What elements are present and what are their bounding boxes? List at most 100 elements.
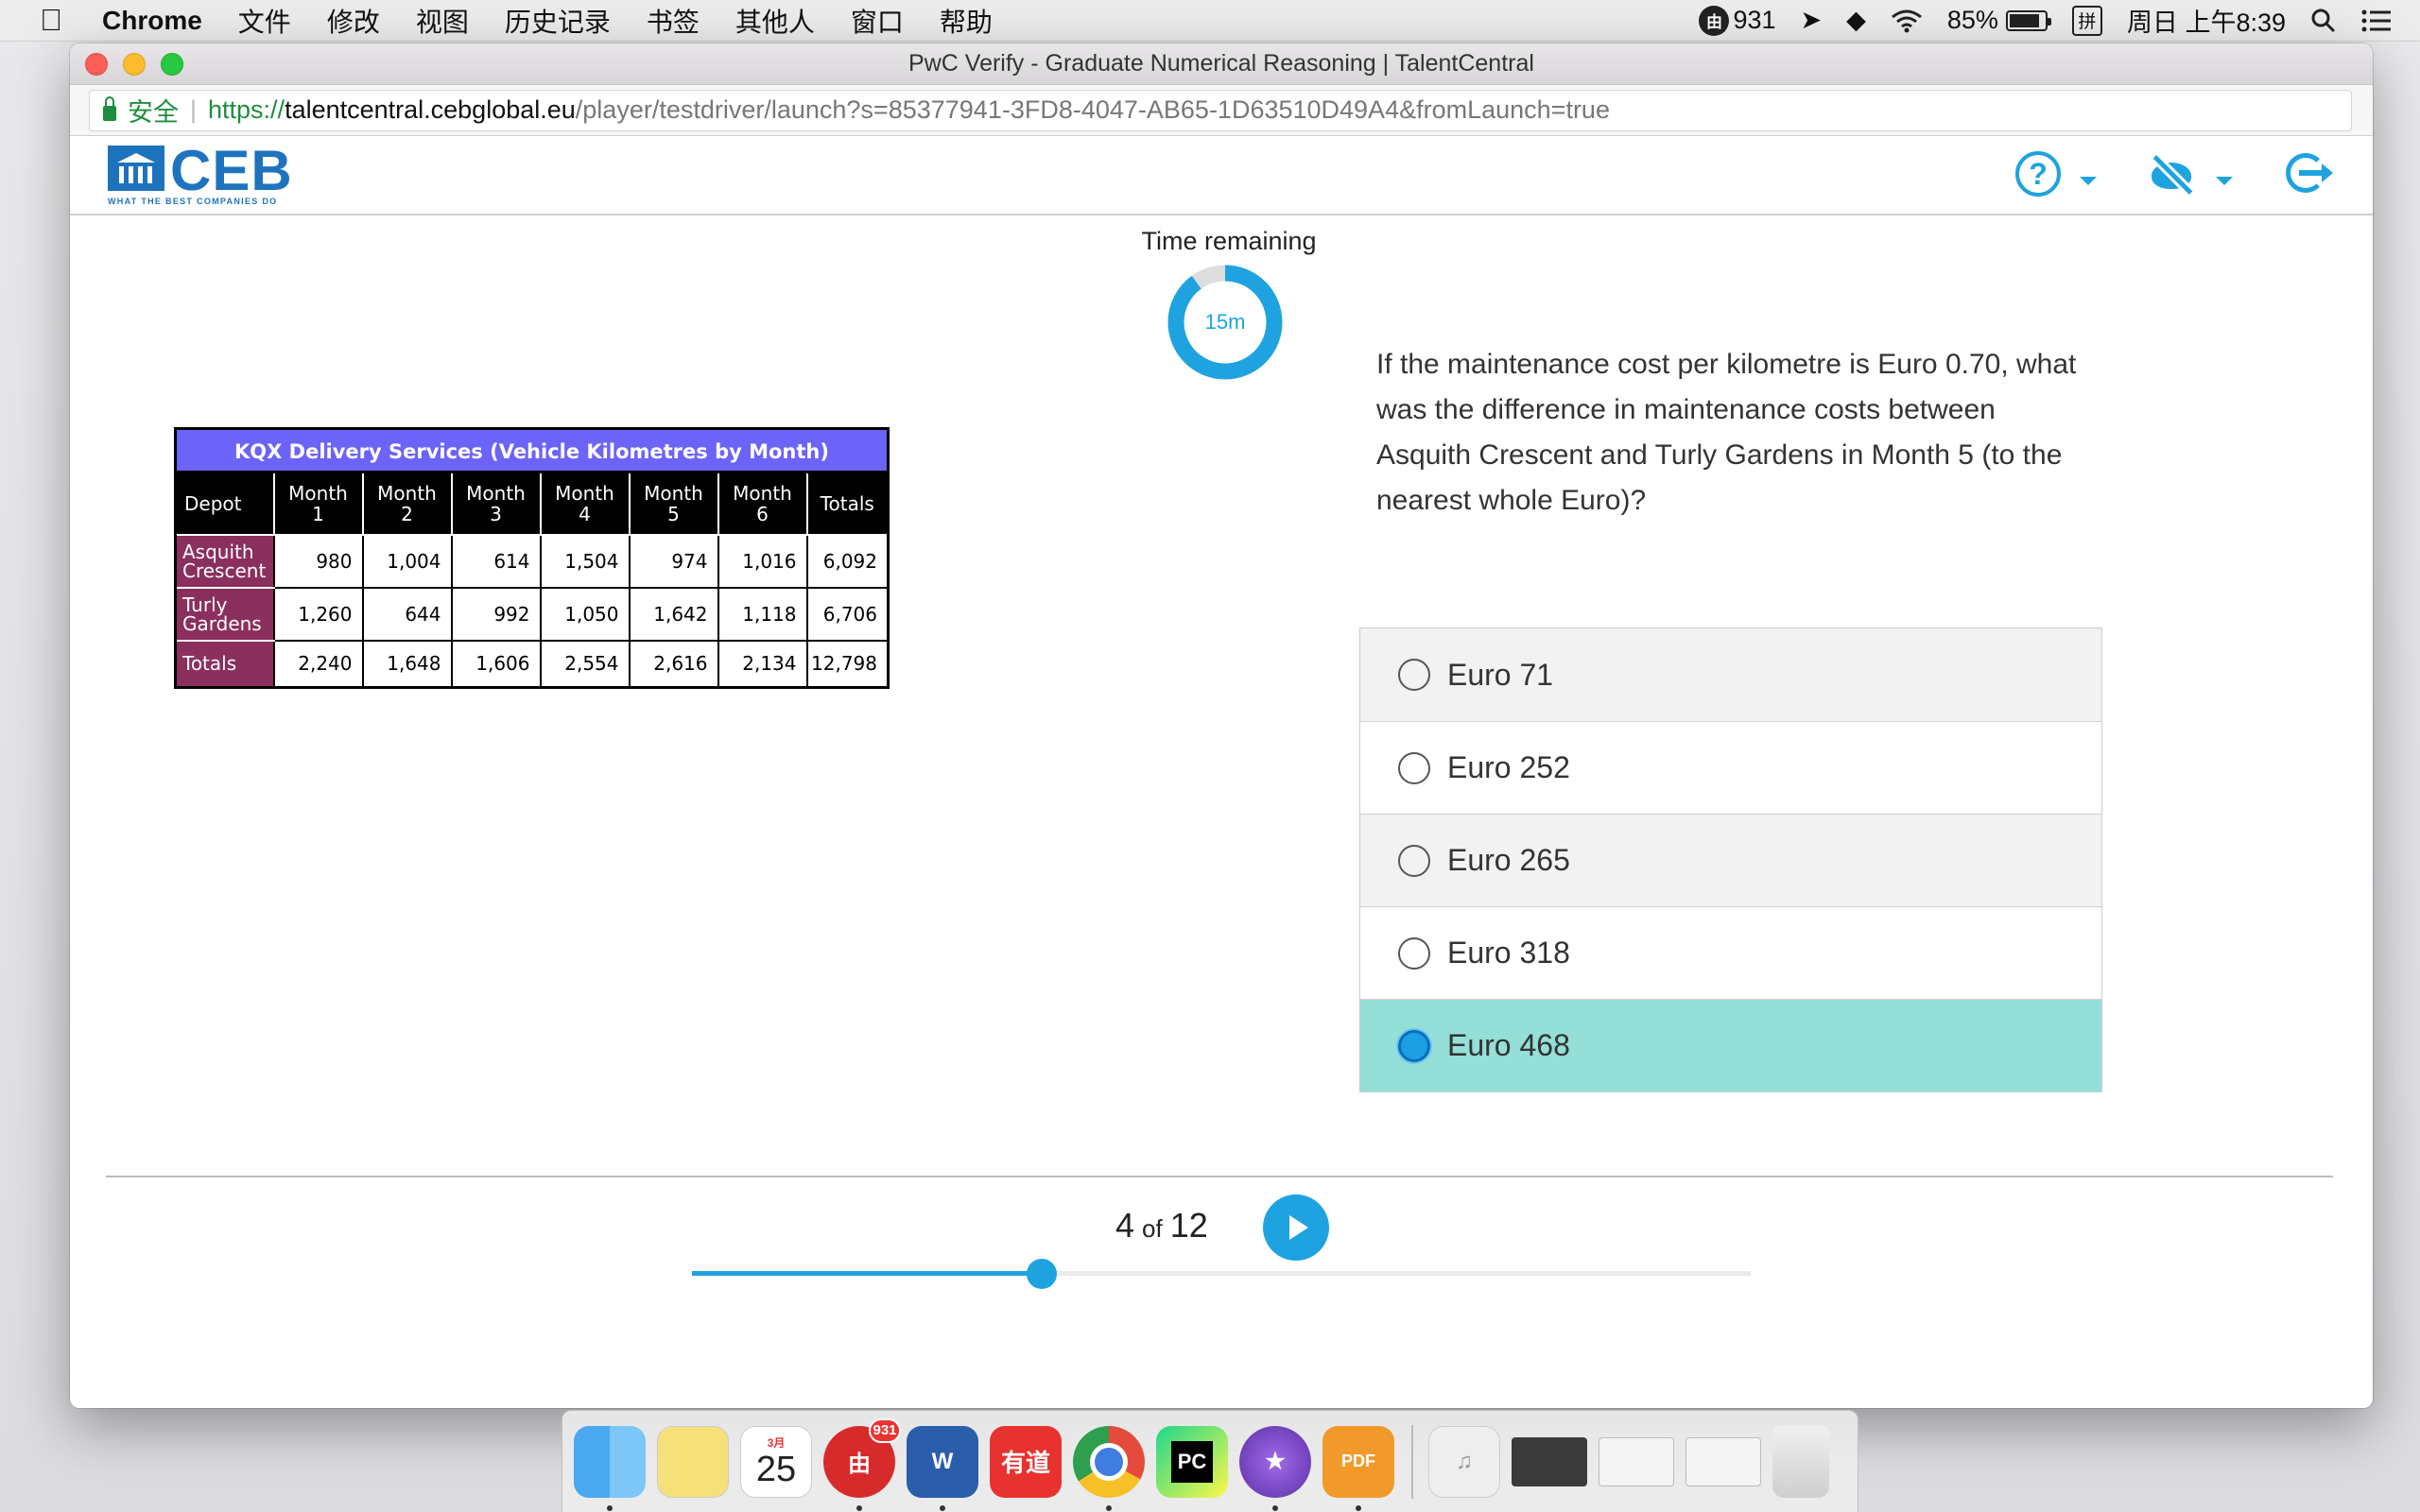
progress-slider[interactable] (692, 1259, 1751, 1289)
url-path: /player/testdriver/launch?s=85377941-3FD… (575, 95, 1610, 124)
menu-history[interactable]: 历史记录 (505, 2, 611, 40)
window-thumbnail[interactable] (1599, 1436, 1674, 1486)
table-cell: 644 (361, 586, 453, 642)
answer-option[interactable]: Euro 71 (1360, 628, 2101, 721)
spotlight-search-icon[interactable] (2310, 8, 2337, 34)
wifi-icon[interactable] (1891, 9, 1923, 33)
app-icon[interactable]: 由 931 (823, 1418, 901, 1511)
answer-label: Euro 468 (1447, 1028, 1570, 1062)
answer-option[interactable]: Euro 318 (1360, 906, 2101, 999)
calendar-day: 25 (755, 1450, 797, 1489)
menu-people[interactable]: 其他人 (735, 2, 815, 40)
battery-icon (2005, 9, 2051, 31)
answer-option[interactable]: Euro 252 (1360, 721, 2101, 814)
table-cell: 974 (628, 533, 719, 589)
calendar-month: 3月 (767, 1436, 786, 1450)
radio-button[interactable] (1398, 844, 1430, 877)
table-cell: 6,092 (805, 533, 890, 589)
table-cell: 1,050 (539, 586, 631, 642)
url-host: talentcentral.cebglobal.eu (285, 95, 576, 124)
site-header: CEB WHAT THE BEST COMPANIES DO ? (70, 136, 2373, 215)
imovie-icon[interactable]: ★ (1239, 1425, 1311, 1511)
pdf-label: PDF (1341, 1452, 1375, 1470)
column-header: Month 5 (628, 471, 719, 536)
minimize-window-button[interactable] (123, 53, 146, 76)
table-cell: 1,648 (361, 639, 453, 689)
column-header: Month 4 (539, 471, 631, 536)
bank-icon (108, 146, 164, 191)
pdf-icon[interactable]: PDF (1322, 1425, 1394, 1511)
next-question-button[interactable] (1263, 1194, 1329, 1261)
notification-status[interactable]: 由 931 (1699, 5, 1776, 36)
row-header: Turly Gardens (174, 586, 275, 642)
menu-bookmarks[interactable]: 书签 (647, 2, 700, 40)
title-bar: PwC Verify - Graduate Numerical Reasonin… (70, 43, 2373, 85)
apple-icon[interactable]:  (23, 3, 79, 38)
answer-option[interactable]: Euro 265 (1360, 814, 2101, 906)
radio-button-checked[interactable] (1398, 1029, 1430, 1062)
menu-help[interactable]: 帮助 (940, 2, 993, 40)
column-header: Month 3 (450, 471, 542, 536)
trash-icon[interactable] (1772, 1425, 1829, 1498)
word-icon[interactable]: W (907, 1425, 978, 1511)
music-icon[interactable]: ♫ (1428, 1425, 1500, 1498)
footer-divider (106, 1176, 2333, 1177)
help-icon[interactable]: ? (2015, 151, 2061, 197)
menu-app-name[interactable]: Chrome (102, 6, 202, 36)
input-method-icon[interactable]: 拼 (2071, 5, 2102, 36)
secure-label[interactable]: 安全 (128, 92, 179, 129)
menu-view[interactable]: 视图 (416, 2, 469, 40)
exit-icon[interactable] (2284, 151, 2333, 197)
answer-option-selected[interactable]: Euro 468 (1360, 999, 2101, 1091)
youdao-icon[interactable]: 有道 (990, 1425, 1062, 1498)
maximize-window-button[interactable] (161, 53, 183, 76)
address-bar: 安全 | https://talentcentral.cebglobal.eu /… (70, 85, 2373, 136)
menu-edit[interactable]: 修改 (327, 2, 380, 40)
table-cell: 6,706 (805, 586, 890, 642)
battery-percent: 85% (1946, 6, 1998, 34)
table-cell: 1,504 (539, 533, 631, 589)
column-header: Month 1 (272, 471, 364, 536)
chrome-icon[interactable] (1073, 1425, 1145, 1511)
menu-file[interactable]: 文件 (238, 2, 291, 40)
url-field[interactable]: 安全 | https://talentcentral.cebglobal.eu /… (89, 89, 2352, 131)
help-menu-chevron-down-icon[interactable] (2080, 176, 2097, 185)
menu-window[interactable]: 窗口 (851, 2, 904, 40)
table-cell: 2,616 (628, 639, 719, 689)
calendar-icon[interactable]: 3月 25 (740, 1425, 812, 1498)
progress-thumb[interactable] (1026, 1259, 1057, 1289)
timer-ring: 15m (1167, 264, 1284, 381)
answer-label: Euro 265 (1447, 843, 1570, 877)
app-badge: 931 (869, 1418, 901, 1443)
notification-center-icon[interactable] (2361, 9, 2392, 32)
progress-fill (692, 1271, 1042, 1276)
word-letter: W (931, 1448, 954, 1474)
accessibility-icon[interactable] (2148, 151, 2197, 197)
notification-count: 931 (1733, 6, 1776, 34)
play-icon (1289, 1215, 1308, 1240)
ceb-logo: CEB WHAT THE BEST COMPANIES DO (108, 139, 302, 210)
column-header: Depot (174, 471, 275, 536)
send-icon[interactable]: ➤ (1801, 6, 1823, 35)
answer-options: Euro 71 Euro 252 Euro 265 Euro 318 Euro … (1359, 627, 2102, 1092)
question-counter: 4 of 12 (1115, 1206, 1208, 1246)
dock: 3月 25 由 931 W 有道 PC ★ PDF ♫ (562, 1410, 1858, 1512)
evernote-icon[interactable]: ◆ (1846, 6, 1866, 35)
table-cell: 1,606 (450, 639, 542, 689)
radio-button[interactable] (1398, 936, 1430, 970)
notes-icon[interactable] (657, 1425, 729, 1498)
pycharm-icon[interactable]: PC (1156, 1425, 1228, 1498)
total-questions: 12 (1169, 1206, 1208, 1245)
radio-button[interactable] (1398, 659, 1430, 691)
window-thumbnail[interactable] (1685, 1436, 1761, 1486)
finder-icon[interactable] (574, 1425, 646, 1511)
lock-icon[interactable] (103, 95, 116, 121)
close-window-button[interactable] (85, 53, 108, 76)
window-thumbnail[interactable] (1512, 1436, 1587, 1486)
accessibility-menu-chevron-down-icon[interactable] (2216, 176, 2233, 185)
clock[interactable]: 周日 上午8:39 (2127, 2, 2286, 39)
battery-status[interactable]: 85% (1946, 6, 2051, 35)
question-text: If the maintenance cost per kilometre is… (1376, 349, 2077, 516)
table-row: Totals 2,240 1,648 1,606 2,554 2,616 2,1… (174, 639, 890, 689)
radio-button[interactable] (1398, 751, 1430, 784)
